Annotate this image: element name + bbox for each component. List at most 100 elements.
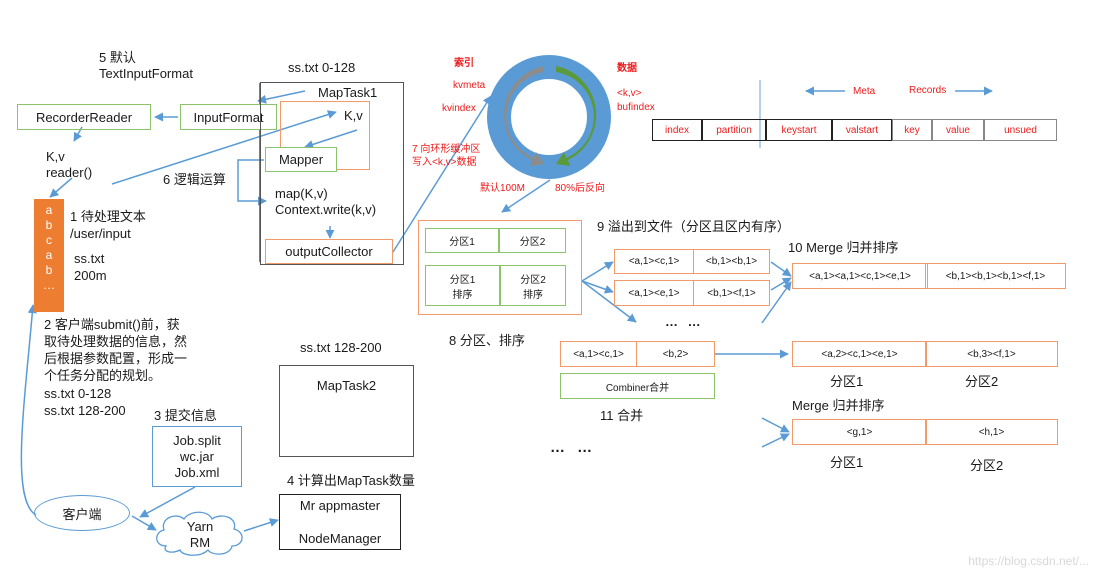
job-files-box[interactable]: Job.split wc.jar Job.xml bbox=[152, 426, 242, 487]
records-label: Records bbox=[909, 85, 947, 96]
recorder-reader-box[interactable]: RecorderReader bbox=[17, 104, 151, 130]
file-letter: a bbox=[45, 203, 53, 217]
merge2-partition2-label: 分区2 bbox=[970, 458, 1004, 473]
mapper-label: Mapper bbox=[278, 152, 324, 167]
spill2-partition1[interactable]: <a,1><e,1> bbox=[614, 280, 694, 306]
merged-partition2[interactable]: <b,1><b,1><b,1><f,1> bbox=[925, 263, 1066, 289]
kvmeta-label: kvmeta bbox=[453, 80, 486, 91]
recorder-reader-label: RecorderReader bbox=[35, 109, 133, 125]
step10-label: 10 Merge 归并排序 bbox=[788, 240, 899, 255]
partition-2-box[interactable]: 分区2 bbox=[499, 228, 566, 253]
arrow-yarn-to-appmaster bbox=[243, 518, 279, 532]
meta-cell: partition bbox=[702, 119, 766, 141]
mr-appmaster-label: Mr appmaster bbox=[299, 498, 381, 513]
spill1-partition1[interactable]: <a,1><c,1> bbox=[614, 249, 694, 274]
sorted-partition-label: 分区1 bbox=[449, 274, 476, 286]
step5-format: TextInputFormat bbox=[99, 66, 193, 81]
sorted-label: 排序 bbox=[452, 289, 473, 301]
split-1: ss.txt 0-128 bbox=[44, 386, 112, 401]
spill2-partition2[interactable]: <b,1><f,1> bbox=[693, 280, 770, 306]
input-path: /user/input bbox=[70, 226, 131, 241]
merge2-label: Merge 归并排序 bbox=[792, 398, 885, 413]
maptask1-split: ss.txt 0-128 bbox=[288, 60, 356, 75]
file-letter: … bbox=[43, 278, 55, 292]
reader-call: reader() bbox=[46, 165, 93, 180]
file-letter: b bbox=[45, 263, 53, 277]
partition-1-sorted-box[interactable]: 分区1 排序 bbox=[425, 265, 500, 306]
arrow-to-spill1 bbox=[581, 261, 614, 282]
input-filename: ss.txt bbox=[74, 251, 105, 266]
bottom-ellipsis: … … bbox=[550, 439, 597, 456]
context-write: Context.write(k,v) bbox=[275, 202, 377, 217]
arrow-to-spill2 bbox=[581, 280, 614, 294]
result-partition2[interactable]: <b,3><f,1> bbox=[925, 341, 1058, 367]
input-file-block[interactable]: a b c a b … bbox=[34, 199, 64, 312]
sorted-label: 排序 bbox=[523, 289, 543, 301]
client-node[interactable]: 客户端 bbox=[34, 495, 130, 531]
step6-label: 6 逻辑运算 bbox=[163, 172, 226, 187]
spill1-partition2[interactable]: <b,1><b,1> bbox=[693, 249, 770, 274]
result-partition2-label: 分区2 bbox=[965, 374, 999, 389]
sorted-partition-label: 分区2 bbox=[520, 274, 546, 286]
yarn-label: Yarn bbox=[186, 519, 214, 534]
meta-cell: keystart bbox=[766, 119, 832, 141]
meta-cell: index bbox=[652, 119, 702, 141]
step9-label: 9 溢出到文件（分区且区内有序） bbox=[597, 219, 790, 234]
step2-line: 取待处理数据的信息，然 bbox=[44, 334, 188, 349]
record-cell: key bbox=[892, 119, 932, 141]
meta-cell: valstart bbox=[832, 119, 892, 141]
map-call: map(K,v) bbox=[275, 186, 328, 201]
result-partition1-label: 分区1 bbox=[830, 374, 864, 389]
data-label: 数据 bbox=[617, 63, 637, 74]
maptask2-title: MapTask2 bbox=[316, 378, 377, 393]
combiner-box[interactable]: Combiner合并 bbox=[560, 373, 715, 399]
mapper-box[interactable]: Mapper bbox=[265, 147, 337, 172]
step7-line2: 写入<k,v>数据 bbox=[412, 157, 477, 168]
step4-label: 4 计算出MapTask数量 bbox=[287, 473, 415, 488]
merge2-partition1-label: 分区1 bbox=[830, 455, 864, 470]
partition-1-box[interactable]: 分区1 bbox=[425, 228, 499, 253]
step3-label: 3 提交信息 bbox=[154, 408, 217, 423]
record-cell: unsued bbox=[984, 119, 1057, 141]
input-filesize: 200m bbox=[74, 268, 107, 283]
arrow-client-to-file bbox=[20, 304, 37, 516]
step11-label: 11 合并 bbox=[600, 408, 644, 423]
job-split-file: Job.split bbox=[173, 432, 221, 448]
file-letter: b bbox=[45, 218, 53, 232]
step2-line: 个任务分配的规划。 bbox=[44, 368, 162, 383]
step8-label: 8 分区、排序 bbox=[449, 333, 525, 348]
combined-partition1[interactable]: <a,1><c,1> bbox=[560, 341, 637, 367]
appmaster-box[interactable]: Mr appmaster NodeManager bbox=[279, 494, 401, 550]
output-collector-box[interactable]: outputCollector bbox=[265, 239, 393, 264]
combined-partition2[interactable]: <b,2> bbox=[636, 341, 715, 367]
merge2-partition2[interactable]: <h,1> bbox=[925, 419, 1058, 445]
job-xml-file: Job.xml bbox=[174, 464, 220, 480]
result-partition1[interactable]: <a,2><c,1><e,1> bbox=[792, 341, 927, 367]
merge2-partition1[interactable]: <g,1> bbox=[792, 419, 927, 445]
partition-2-sorted-box[interactable]: 分区2 排序 bbox=[500, 265, 566, 306]
meta-records-table: index partition keystart valstart key va… bbox=[652, 119, 1057, 141]
maptask1-title: MapTask1 bbox=[318, 85, 378, 100]
rm-label: RM bbox=[189, 535, 211, 550]
input-format-label: InputFormat bbox=[193, 109, 264, 125]
arrow-spill1-to-merge bbox=[770, 261, 792, 277]
step2-line: 2 客户端submit()前，获 bbox=[44, 317, 180, 332]
step5-label: 5 默认 bbox=[99, 50, 136, 65]
maptask1-kv: K,v bbox=[344, 108, 363, 123]
client-label: 客户端 bbox=[62, 506, 102, 522]
step2-line: 后根据参数配置，形成一 bbox=[44, 351, 188, 366]
watermark: https://blog.csdn.net/... bbox=[968, 554, 1089, 568]
arrow-spill2-to-merge bbox=[770, 277, 792, 291]
arrow-merge2-in2 bbox=[761, 433, 790, 448]
merged-partition1[interactable]: <a,1><a,1><c,1><e,1> bbox=[792, 263, 928, 289]
kv-label: K,v bbox=[46, 149, 65, 164]
file-letter: c bbox=[46, 233, 52, 247]
mapreduce-maptask-diagram: 5 默认 TextInputFormat RecorderReader Inpu… bbox=[0, 0, 1097, 580]
wc-jar-file: wc.jar bbox=[180, 448, 214, 464]
maptask2-split: ss.txt 128-200 bbox=[300, 340, 382, 355]
step1-label: 1 待处理文本 bbox=[70, 209, 146, 224]
index-label: 索引 bbox=[454, 58, 474, 69]
maptask2-box[interactable]: MapTask2 bbox=[279, 365, 414, 457]
threshold-label: 80%后反向 bbox=[555, 183, 606, 194]
kvindex-label: kvindex bbox=[442, 103, 476, 114]
